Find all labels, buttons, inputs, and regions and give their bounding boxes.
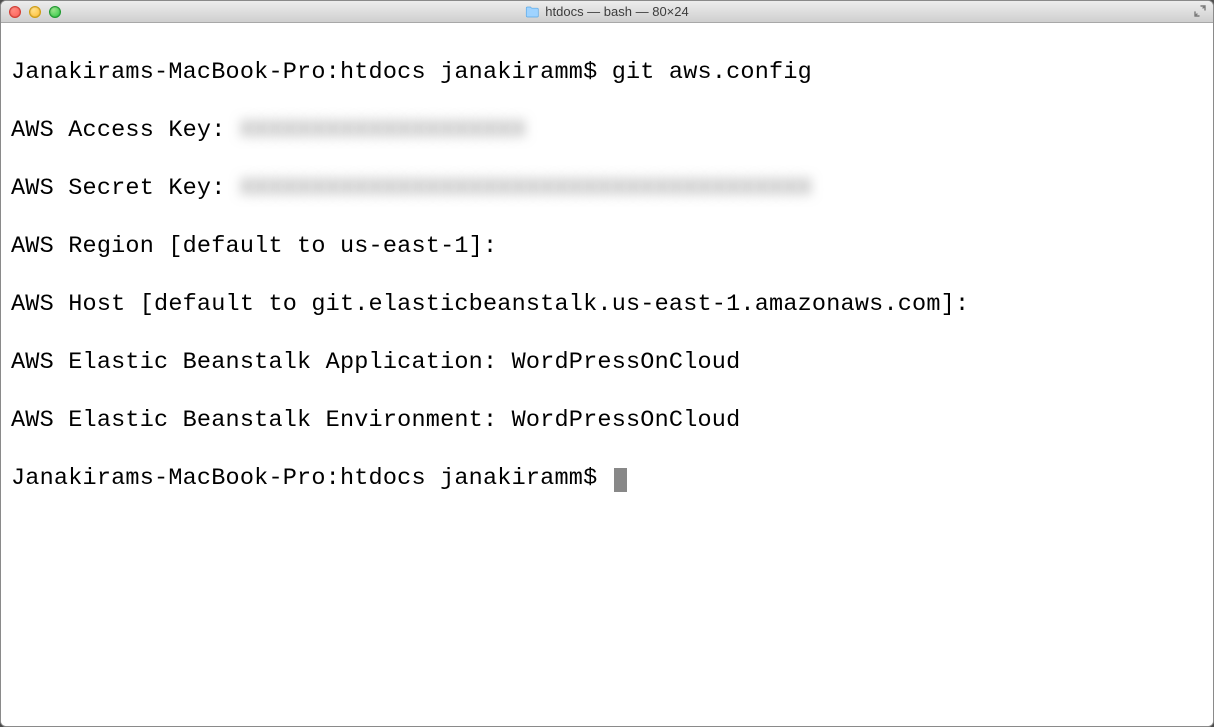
terminal-line: Janakirams-MacBook-Pro:htdocs janakiramm… xyxy=(11,464,1203,493)
expand-icon[interactable] xyxy=(1193,4,1207,18)
cursor-icon xyxy=(614,468,627,492)
minimize-icon[interactable] xyxy=(29,6,41,18)
terminal-line: Janakirams-MacBook-Pro:htdocs janakiramm… xyxy=(11,58,1203,87)
titlebar[interactable]: htdocs — bash — 80×24 xyxy=(1,1,1213,23)
terminal-window: htdocs — bash — 80×24 Janakirams-MacBook… xyxy=(0,0,1214,727)
redacted-value: XXXXXXXXXXXXXXXXXXXX xyxy=(240,117,526,144)
prompt-text: Janakirams-MacBook-Pro:htdocs janakiramm… xyxy=(11,59,612,86)
redacted-value: XXXXXXXXXXXXXXXXXXXXXXXXXXXXXXXXXXXXXXXX xyxy=(240,175,812,202)
folder-icon xyxy=(525,6,539,18)
command-text: git aws.config xyxy=(612,59,812,86)
window-title-text: htdocs — bash — 80×24 xyxy=(545,4,688,19)
zoom-icon[interactable] xyxy=(49,6,61,18)
traffic-lights xyxy=(1,6,61,18)
terminal-line: AWS Elastic Beanstalk Application: WordP… xyxy=(11,348,1203,377)
terminal-line: AWS Access Key: XXXXXXXXXXXXXXXXXXXX xyxy=(11,116,1203,145)
prompt-text: Janakirams-MacBook-Pro:htdocs janakiramm… xyxy=(11,465,612,492)
close-icon[interactable] xyxy=(9,6,21,18)
terminal-body[interactable]: Janakirams-MacBook-Pro:htdocs janakiramm… xyxy=(1,23,1213,726)
terminal-line: AWS Elastic Beanstalk Environment: WordP… xyxy=(11,406,1203,435)
window-title: htdocs — bash — 80×24 xyxy=(525,4,688,19)
output-label: AWS Secret Key: xyxy=(11,175,240,202)
terminal-line: AWS Host [default to git.elasticbeanstal… xyxy=(11,290,1203,319)
output-label: AWS Access Key: xyxy=(11,117,240,144)
terminal-line: AWS Secret Key: XXXXXXXXXXXXXXXXXXXXXXXX… xyxy=(11,174,1203,203)
terminal-line: AWS Region [default to us-east-1]: xyxy=(11,232,1203,261)
